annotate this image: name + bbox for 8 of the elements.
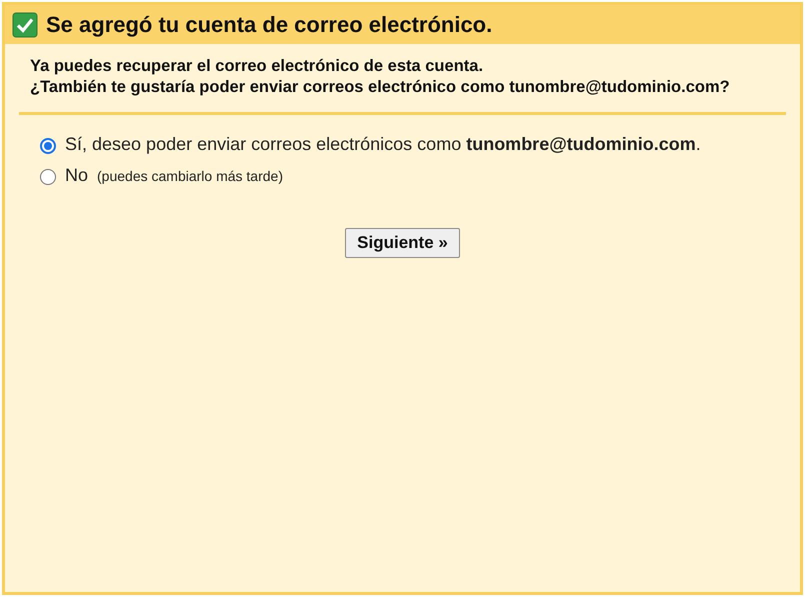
radio-button[interactable] — [40, 169, 56, 185]
option-label: No — [65, 165, 88, 186]
next-button[interactable]: Siguiente » — [345, 228, 460, 258]
header-title: Se agregó tu cuenta de correo electrónico. — [46, 12, 492, 38]
radio-button[interactable] — [40, 138, 56, 154]
message-text: Ya puedes recuperar el correo electrónico de esta cuenta. ¿También te gustaría poder enviar correos electrónico como tunombre@tudominio.com? — [29, 56, 731, 98]
option-note: (puedes cambiarlo más tarde) — [97, 168, 283, 184]
option-label: Sí, deseo poder enviar correos electrónicos como tunombre@tudominio.com. — [65, 134, 701, 155]
